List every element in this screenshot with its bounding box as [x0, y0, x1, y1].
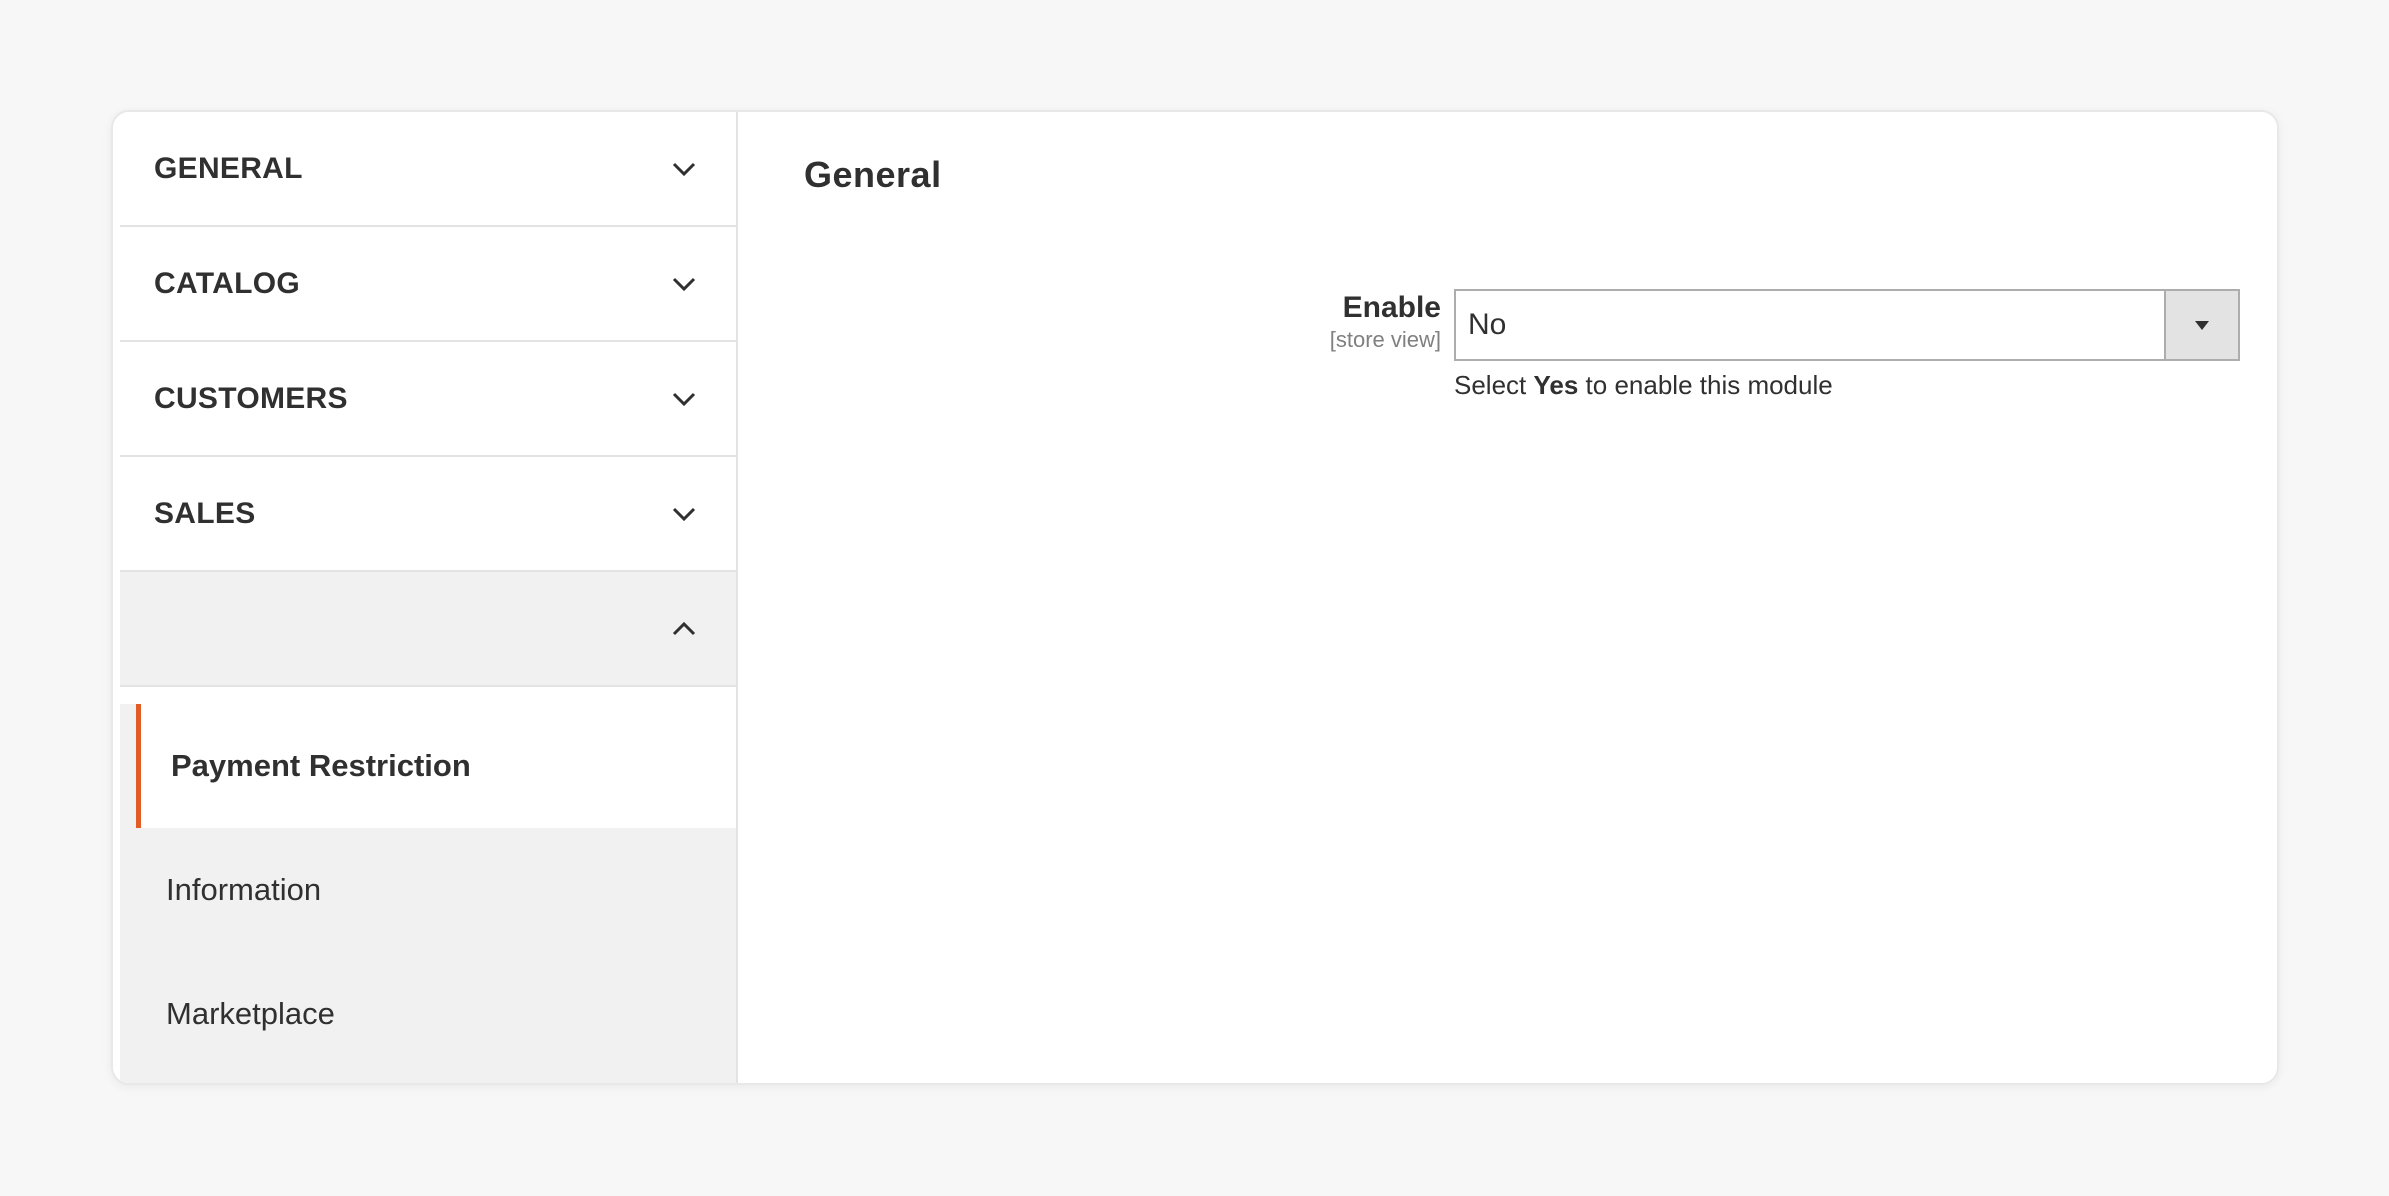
- submenu-item-information[interactable]: Information: [120, 828, 736, 952]
- note-prefix: Select: [1454, 370, 1534, 400]
- submenu-item-payment-restriction[interactable]: Payment Restriction: [136, 704, 736, 828]
- chevron-down-icon: [672, 507, 696, 521]
- section-customers-title: CUSTOMERS: [154, 381, 348, 415]
- submenu-item-label: Marketplace: [166, 996, 335, 1031]
- chevron-up-icon: [672, 621, 696, 635]
- config-panel: GENERAL CATALOG CUSTOMERS SALES Payment …: [111, 110, 2279, 1085]
- section-customers[interactable]: CUSTOMERS: [120, 342, 736, 457]
- config-sidebar: GENERAL CATALOG CUSTOMERS SALES Payment …: [120, 112, 736, 1083]
- caret-down-icon: [2195, 321, 2209, 330]
- note-suffix: to enable this module: [1578, 370, 1833, 400]
- page-title: General: [804, 154, 942, 195]
- enable-note: Select Yes to enable this module: [1454, 370, 1833, 401]
- submenu-item-label: Payment Restriction: [171, 748, 471, 783]
- enable-select-value: No: [1468, 308, 1507, 341]
- note-bold: Yes: [1533, 370, 1579, 400]
- section-sales-title: SALES: [154, 496, 256, 530]
- scope-label: [store view]: [1329, 327, 1441, 352]
- submenu-item-label: Information: [166, 872, 322, 907]
- section-sales[interactable]: SALES: [120, 457, 736, 572]
- config-main: General Enable [store view] No Select Ye…: [736, 112, 2277, 1083]
- submenu-item-marketplace[interactable]: Marketplace: [120, 952, 736, 1076]
- chevron-down-icon: [672, 162, 696, 176]
- enable-label: Enable: [1342, 291, 1441, 324]
- select-toggle[interactable]: [2164, 291, 2238, 359]
- section-catalog-title: CATALOG: [154, 266, 300, 300]
- section-expanded[interactable]: [120, 572, 736, 687]
- section-general[interactable]: GENERAL: [120, 112, 736, 227]
- chevron-down-icon: [672, 277, 696, 291]
- enable-field-label: Enable [store view]: [1330, 290, 1441, 354]
- section-general-title: GENERAL: [154, 151, 303, 185]
- enable-select[interactable]: No: [1454, 289, 2240, 361]
- chevron-down-icon: [672, 392, 696, 406]
- submenu: Payment Restriction Information Marketpl…: [120, 704, 736, 1083]
- section-catalog[interactable]: CATALOG: [120, 227, 736, 342]
